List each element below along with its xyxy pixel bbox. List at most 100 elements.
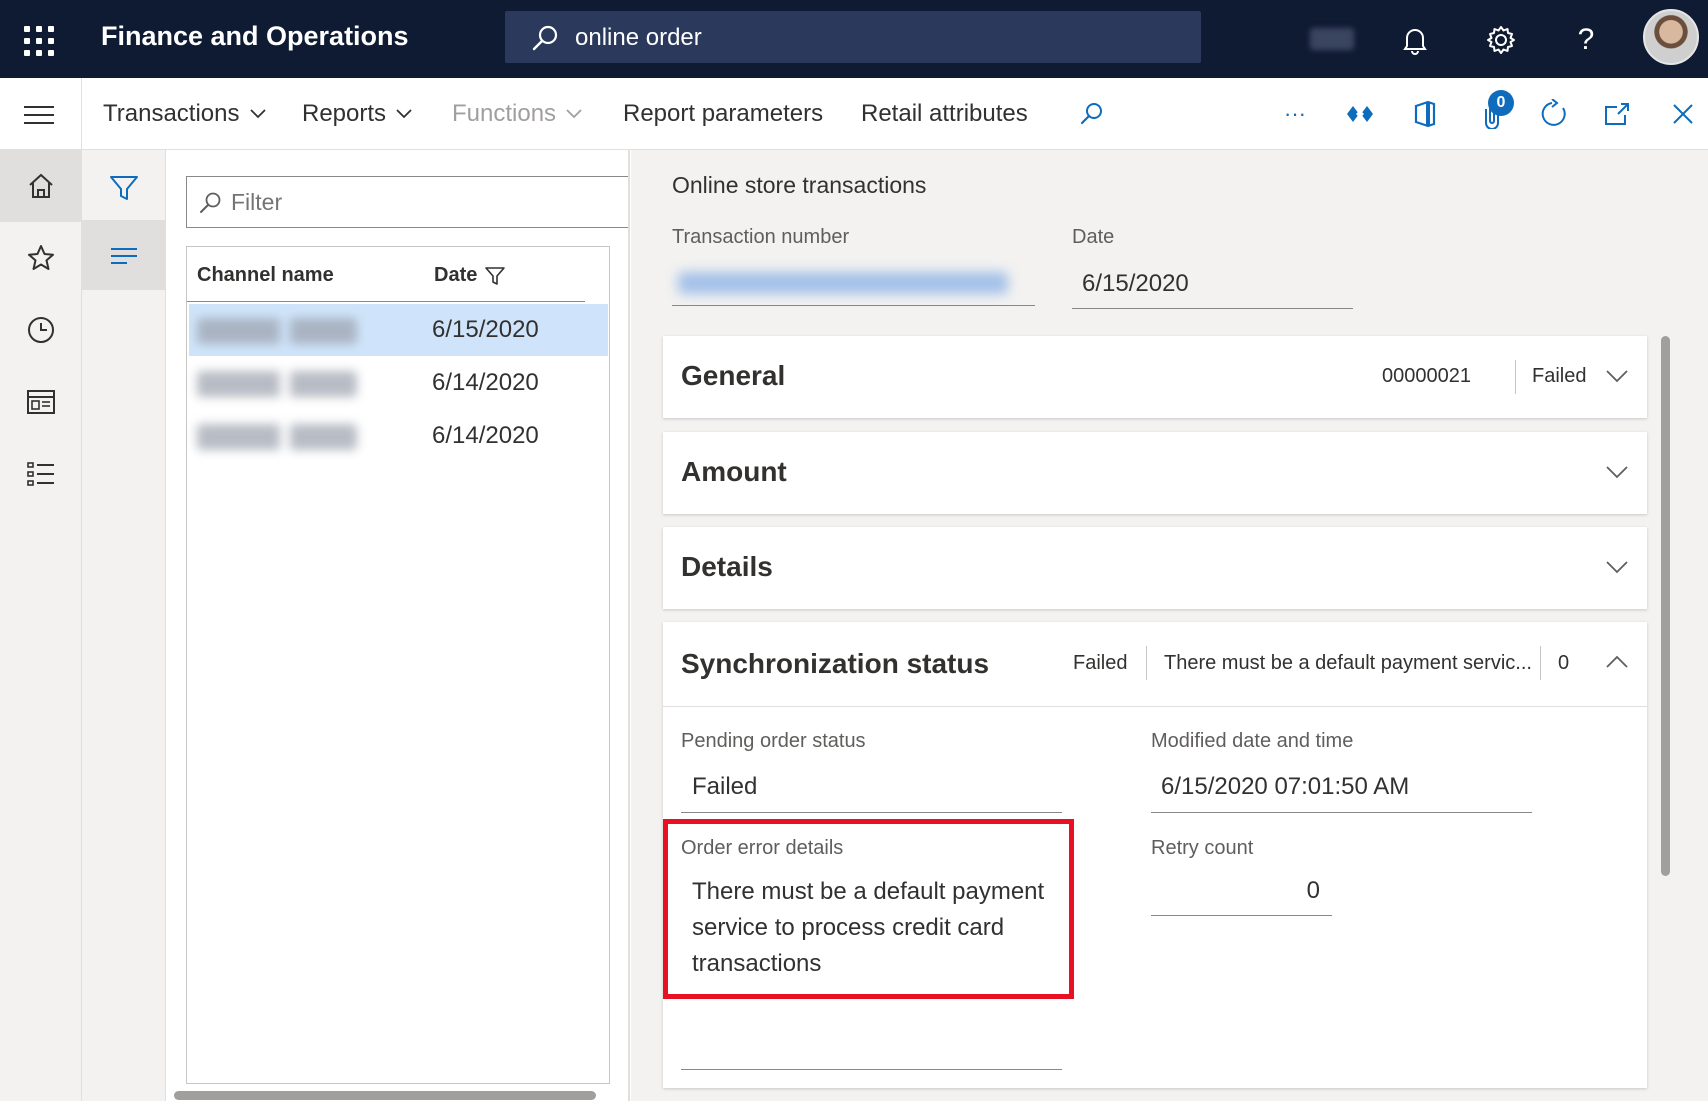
grid-header: Channel name Date [187,247,609,303]
channel-name-cell [197,371,357,397]
filter-icon[interactable] [485,266,506,286]
fasttab-sync-title[interactable]: Synchronization status [681,648,989,680]
workspace-icon[interactable] [21,382,61,422]
fasttab-details-title: Details [681,551,773,582]
filter-icon[interactable] [104,168,144,208]
list-icon[interactable] [21,454,61,494]
pending-order-status-field[interactable]: Failed [692,773,757,801]
search-icon[interactable] [1074,96,1110,132]
divider [1146,646,1147,680]
transaction-number-label: Transaction number [672,226,850,248]
column-header-channel-name[interactable]: Channel name [197,264,334,287]
sync-summary-error: There must be a default payment servic..… [1164,652,1532,674]
refresh-icon[interactable] [1536,96,1572,132]
open-new-window-icon[interactable] [1599,96,1635,132]
table-row[interactable]: 6/14/2020 [189,357,608,409]
vertical-scrollbar[interactable] [1661,336,1670,876]
general-summary-number: 00000021 [1382,365,1471,387]
menu-retail-attributes[interactable]: Retail attributes [861,100,1028,128]
help-icon[interactable]: ? [1566,20,1606,60]
channel-name-cell [197,424,357,450]
fasttab-details[interactable]: Details [663,527,1647,609]
modified-date-time-field[interactable]: 6/15/2020 07:01:50 AM [1161,773,1409,801]
table-row[interactable]: 6/14/2020 [189,410,608,462]
divider [1151,915,1332,916]
list-view-icon[interactable] [104,236,144,276]
divider [681,1069,1062,1070]
column-header-date-label: Date [434,264,478,286]
clock-icon[interactable] [21,310,61,350]
app-title[interactable]: Finance and Operations [101,21,409,52]
hamburger-icon[interactable] [24,106,54,130]
star-icon[interactable] [21,238,61,278]
ellipsis-icon[interactable]: ··· [1277,96,1313,132]
divider [1151,812,1532,813]
gear-icon[interactable] [1481,20,1521,60]
date-cell: 6/15/2020 [432,316,539,343]
menu-retail-attributes-label: Retail attributes [861,100,1028,127]
menu-reports[interactable]: Reports [302,100,413,128]
navigation-pane [0,150,82,1101]
list-pane: Channel name Date 6/15/2020 6/14/2020 6/… [166,150,628,1101]
attachment-count-badge: 0 [1488,90,1514,116]
chevron-down-icon[interactable] [1605,464,1629,480]
search-icon [532,25,558,51]
menu-functions[interactable]: Functions [452,100,583,128]
filter-input[interactable] [231,187,611,217]
divider [187,301,585,302]
action-pane: Transactions Reports Functions Report pa… [0,78,1708,150]
chevron-down-icon[interactable] [1605,368,1629,384]
column-header-date[interactable]: Date [434,264,506,287]
pending-order-status-label: Pending order status [681,730,866,752]
waffle-icon[interactable] [24,26,54,56]
home-icon[interactable] [21,166,61,206]
retry-count-label: Retry count [1151,837,1254,859]
retry-count-field[interactable]: 0 [1151,877,1320,905]
menu-transactions-label: Transactions [103,100,240,127]
menu-functions-label: Functions [452,100,557,127]
page-title: Online store transactions [672,172,927,198]
chevron-up-icon[interactable] [1605,654,1629,670]
office-icon[interactable] [1407,96,1443,132]
menu-reports-label: Reports [302,100,387,127]
divider [681,812,1062,813]
table-row[interactable]: 6/15/2020 [189,304,608,356]
date-label: Date [1072,226,1115,248]
divider [1072,308,1353,309]
date-cell: 6/14/2020 [432,369,539,396]
transaction-number-field[interactable] [678,272,1008,294]
channel-name-cell [197,318,357,344]
modified-date-time-label: Modified date and time [1151,730,1354,752]
divider [81,78,82,150]
highlight-box [663,819,1074,999]
company-selector[interactable] [1310,28,1354,50]
filter-box[interactable] [186,176,628,228]
bell-icon[interactable] [1395,20,1435,60]
divider [1540,646,1541,680]
global-search-box[interactable]: online order [505,11,1201,63]
menu-report-parameters-label: Report parameters [623,100,824,127]
transactions-grid: Channel name Date 6/15/2020 6/14/2020 6/… [186,246,610,1084]
user-avatar[interactable] [1643,9,1699,65]
date-cell: 6/14/2020 [432,422,539,449]
search-value[interactable]: online order [575,24,702,52]
menu-transactions[interactable]: Transactions [103,100,267,128]
horizontal-scrollbar[interactable] [174,1091,596,1100]
top-navigation-bar: Finance and Operations online order ? [0,0,1708,78]
chevron-down-icon [396,109,412,119]
close-icon[interactable] [1665,96,1701,132]
pane-splitter[interactable] [628,150,630,1101]
fasttab-amount[interactable]: Amount [663,432,1647,514]
chevron-down-icon [249,109,266,119]
menu-report-parameters[interactable]: Report parameters [623,100,823,128]
divider [672,305,1035,306]
chevron-down-icon[interactable] [1605,559,1629,575]
general-summary-status: Failed [1532,365,1587,387]
divider [1515,360,1516,394]
sync-summary-status: Failed [1073,652,1128,674]
date-field[interactable]: 6/15/2020 [1082,270,1189,298]
fasttab-general[interactable]: General 00000021 Failed [663,336,1647,418]
sync-summary-retry: 0 [1558,652,1570,674]
diamond-icon[interactable] [1342,96,1378,132]
divider [663,706,1647,707]
